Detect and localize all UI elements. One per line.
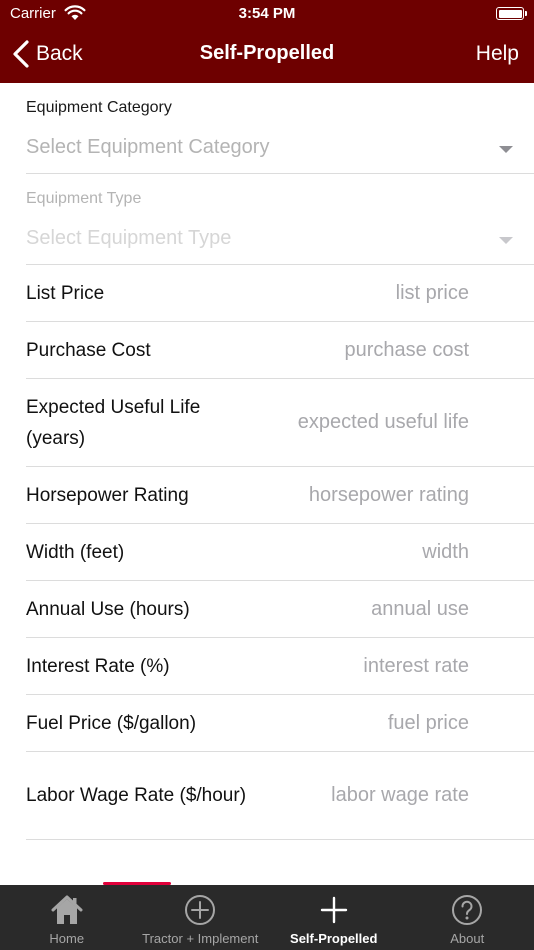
equipment-form: Equipment Category Select Equipment Cate… bbox=[0, 83, 534, 840]
purchase-cost-row: Purchase Cost bbox=[26, 322, 534, 379]
tab-home[interactable]: Home bbox=[0, 885, 134, 950]
list-price-label: List Price bbox=[26, 282, 105, 304]
tab-self-propelled-label: Self-Propelled bbox=[290, 931, 378, 946]
plus-circle-icon bbox=[185, 895, 216, 925]
fuel-price-row: Fuel Price ($/gallon) bbox=[26, 695, 534, 752]
fuel-price-label: Fuel Price ($/gallon) bbox=[26, 712, 197, 734]
labor-wage-rate-input[interactable] bbox=[249, 779, 469, 812]
tab-self-propelled[interactable]: Self-Propelled bbox=[267, 885, 401, 950]
tab-tractor-implement[interactable]: Tractor + Implement bbox=[134, 885, 268, 950]
tab-about[interactable]: About bbox=[401, 885, 534, 950]
status-bar: Carrier 3:54 PM bbox=[0, 0, 534, 28]
annual-use-input[interactable] bbox=[249, 593, 469, 625]
equipment-type-picker[interactable]: Equipment Type Select Equipment Type bbox=[26, 174, 534, 265]
help-button[interactable]: Help bbox=[476, 42, 519, 66]
list-price-input[interactable] bbox=[249, 277, 469, 309]
caret-down-icon[interactable] bbox=[499, 146, 513, 153]
purchase-cost-input[interactable] bbox=[249, 334, 469, 366]
home-icon bbox=[51, 895, 83, 924]
equipment-category-label: Equipment Category bbox=[26, 99, 172, 116]
width-input[interactable] bbox=[249, 536, 469, 568]
width-row: Width (feet) bbox=[26, 524, 534, 581]
question-circle-icon bbox=[452, 895, 483, 925]
horsepower-rating-row: Horsepower Rating bbox=[26, 467, 534, 524]
annual-use-label: Annual Use (hours) bbox=[26, 598, 190, 620]
interest-rate-row: Interest Rate (%) bbox=[26, 638, 534, 695]
equipment-type-label: Equipment Type bbox=[26, 190, 142, 207]
navigation-bar: Back Self-Propelled Help bbox=[0, 28, 534, 83]
header: Carrier 3:54 PM Back Self-Propelled Help bbox=[0, 0, 534, 83]
width-label: Width (feet) bbox=[26, 541, 125, 563]
battery-icon bbox=[496, 7, 527, 20]
interest-rate-label: Interest Rate (%) bbox=[26, 655, 170, 677]
expected-useful-life-input[interactable] bbox=[249, 406, 469, 439]
labor-wage-rate-row: Labor Wage Rate ($/hour) bbox=[26, 752, 534, 840]
horsepower-rating-label: Horsepower Rating bbox=[26, 484, 189, 506]
equipment-category-select[interactable]: Select Equipment Category bbox=[26, 136, 269, 159]
equipment-category-picker[interactable]: Equipment Category Select Equipment Cate… bbox=[26, 83, 534, 174]
expected-useful-life-row: Expected Useful Life (years) bbox=[26, 379, 534, 467]
annual-use-row: Annual Use (hours) bbox=[26, 581, 534, 638]
caret-down-icon[interactable] bbox=[499, 237, 513, 244]
tab-bar: Home Tractor + Implement Self-Propelled … bbox=[0, 885, 534, 950]
purchase-cost-label: Purchase Cost bbox=[26, 339, 151, 361]
plus-icon bbox=[320, 896, 347, 924]
horsepower-rating-input[interactable] bbox=[249, 479, 469, 511]
equipment-type-select[interactable]: Select Equipment Type bbox=[26, 227, 231, 250]
page-title: Self-Propelled bbox=[199, 42, 335, 64]
labor-wage-rate-label: Labor Wage Rate ($/hour) bbox=[26, 785, 247, 806]
interest-rate-input[interactable] bbox=[249, 650, 469, 682]
tab-about-label: About bbox=[450, 931, 485, 946]
list-price-row: List Price bbox=[26, 265, 534, 322]
tab-home-label: Home bbox=[49, 931, 85, 946]
fuel-price-input[interactable] bbox=[249, 707, 469, 739]
expected-useful-life-label: Expected Useful Life (years) bbox=[26, 396, 201, 449]
tab-tractor-implement-label: Tractor + Implement bbox=[142, 931, 259, 946]
status-time: 3:54 PM bbox=[238, 5, 296, 22]
